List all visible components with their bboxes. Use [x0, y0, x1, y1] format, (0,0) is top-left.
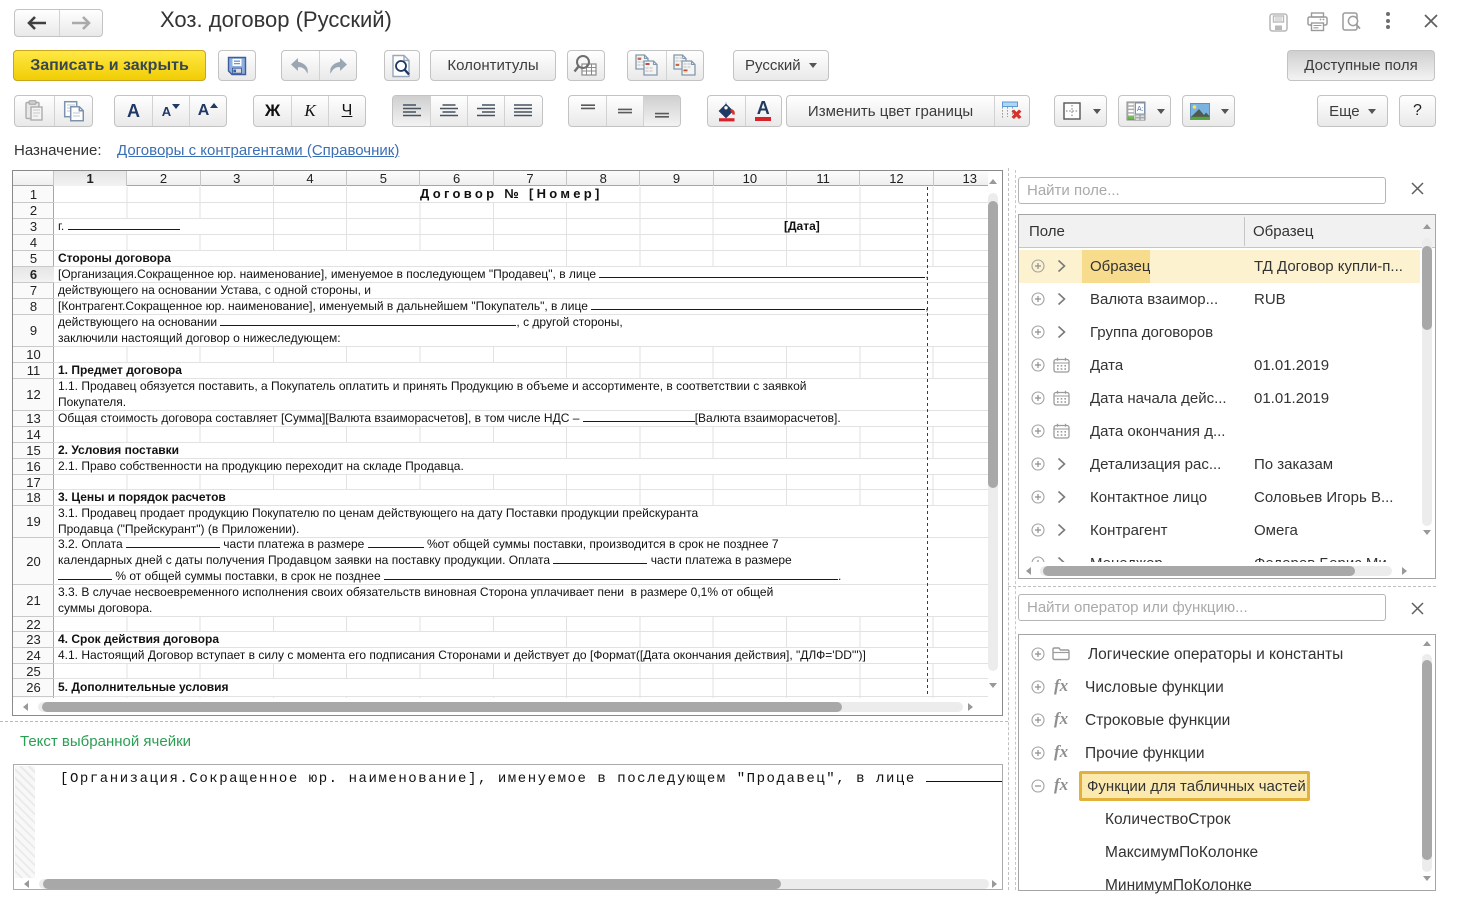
svg-text:А:: А: [1137, 106, 1144, 113]
